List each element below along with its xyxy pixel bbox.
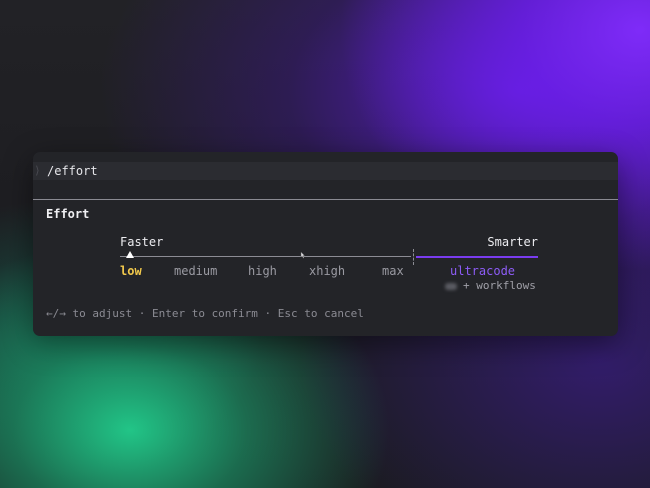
level-high[interactable]: high (248, 263, 277, 279)
effort-dialog: ⟩ /effort Effort Faster Smarter low medi… (33, 152, 618, 336)
level-xhigh[interactable]: xhigh (309, 263, 345, 279)
redacted-chip (445, 283, 457, 290)
level-ultracode[interactable]: ultracode (450, 263, 515, 279)
smarter-label: Smarter (487, 235, 538, 249)
ultracode-track (416, 256, 538, 258)
command-text[interactable]: /effort (47, 162, 98, 180)
level-max[interactable]: max (382, 263, 404, 279)
level-medium[interactable]: medium (174, 263, 217, 279)
keyboard-hint: ←/→ to adjust · Enter to confirm · Esc t… (46, 307, 364, 320)
divider (33, 199, 618, 200)
ultracode-note: + workflows (463, 279, 536, 292)
prompt-chevron-icon: ⟩ (34, 164, 41, 177)
triangle-up-icon[interactable] (126, 251, 134, 258)
effort-slider-track[interactable] (120, 256, 411, 257)
faster-label: Faster (120, 235, 164, 249)
level-low[interactable]: low (120, 263, 142, 279)
command-input-row[interactable]: ⟩ /effort (33, 162, 618, 180)
dialog-title: Effort (46, 207, 90, 221)
ultracode-separator (413, 249, 414, 265)
hand-cursor-icon (300, 251, 306, 259)
